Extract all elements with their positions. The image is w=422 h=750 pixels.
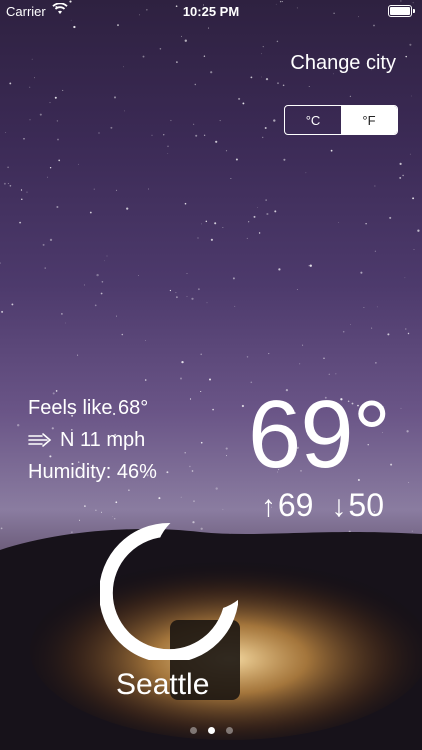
- humidity-text: Humidity: 46%: [28, 461, 157, 483]
- status-bar: Carrier 10:25 PM: [0, 0, 422, 22]
- wind-row: N 11 mph: [28, 424, 157, 456]
- page-dot-active[interactable]: [207, 727, 215, 734]
- battery-icon: [388, 5, 415, 17]
- page-indicator[interactable]: [0, 727, 422, 734]
- arrow-down-icon: ↓: [331, 490, 347, 523]
- arrow-up-icon: ↑: [260, 490, 276, 523]
- page-dot[interactable]: [225, 727, 233, 734]
- high-temperature: 69: [277, 487, 314, 523]
- low-temperature: 50: [348, 487, 384, 523]
- city-name: Seattle: [116, 668, 210, 701]
- change-city-button[interactable]: Change city: [290, 52, 396, 75]
- current-temperature: 69°: [247, 381, 391, 488]
- page-dot[interactable]: [189, 727, 197, 734]
- celsius-option[interactable]: °C: [285, 106, 341, 134]
- moon-icon: [100, 523, 238, 660]
- feels-like-text: Feels like 68°: [28, 397, 149, 419]
- fahrenheit-option[interactable]: °F: [341, 106, 397, 134]
- weather-details: Feels like 68° N 11 mph Humidity: 46%: [28, 392, 157, 488]
- clock: 10:25 PM: [182, 4, 240, 19]
- wind-text: N 11 mph: [60, 429, 146, 451]
- high-low-temperatures: ↑69 ↓50: [261, 487, 384, 524]
- temperature-unit-toggle[interactable]: °C °F: [284, 105, 398, 135]
- wind-icon: [28, 433, 52, 447]
